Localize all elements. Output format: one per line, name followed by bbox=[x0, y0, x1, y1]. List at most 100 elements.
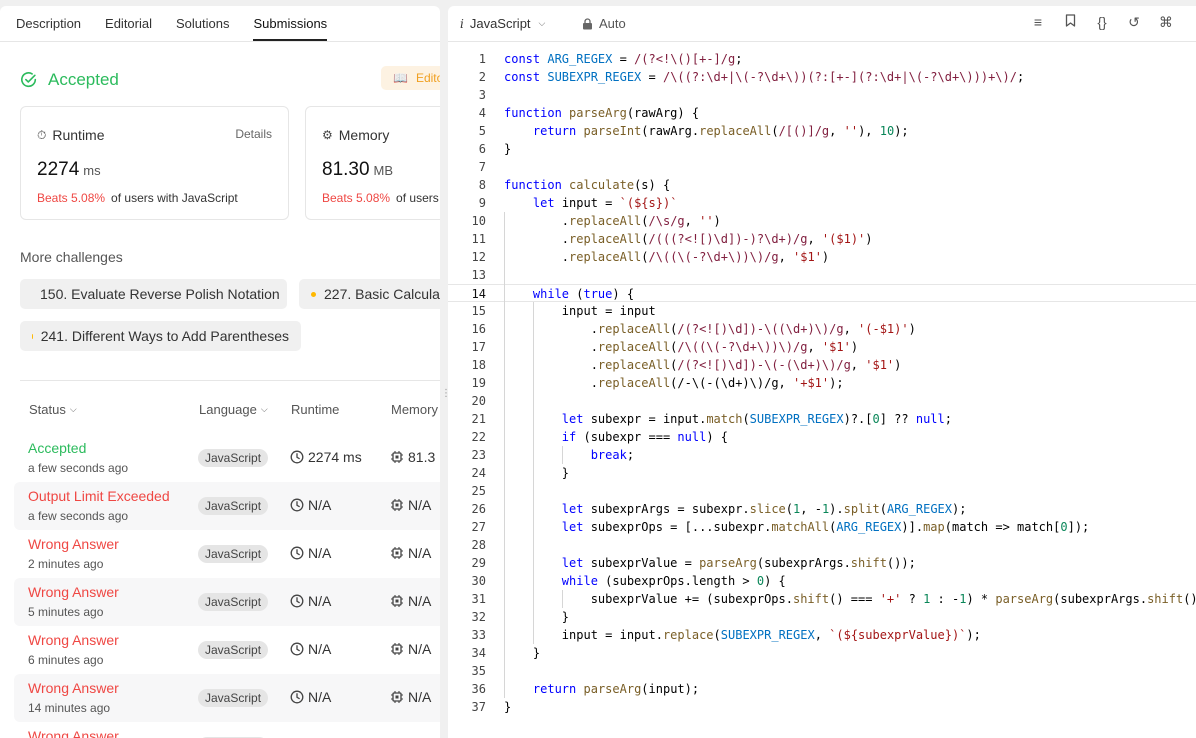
auto-mode-toggle[interactable]: Auto bbox=[582, 16, 626, 31]
code-line[interactable]: 21 let subexpr = input.match(SUBEXPR_REG… bbox=[448, 410, 1196, 428]
line-number: 20 bbox=[471, 394, 486, 408]
code-area[interactable]: 1 const ARG_REGEX = /(?<!\()[+-]/g; 2 const… bbox=[448, 50, 1196, 716]
runtime-beats: Beats 5.08% of users with JavaScript bbox=[37, 191, 238, 205]
command-icon[interactable]: ⌘ bbox=[1150, 14, 1182, 31]
code-line[interactable]: 6} bbox=[448, 140, 1196, 158]
submission-row[interactable]: Wrong Answer 2 minutes ago JavaScript N/A N/… bbox=[14, 530, 440, 578]
code-text: return parseInt(rawArg.replaceAll(/[()]/… bbox=[532, 124, 909, 138]
language-select[interactable]: i JavaScript ⌵ bbox=[460, 16, 545, 31]
line-number: 3 bbox=[478, 88, 486, 102]
submission-status[interactable]: Wrong Answer bbox=[28, 632, 119, 648]
code-line[interactable]: 33 input = input.replace(SUBEXPR_REGEX, … bbox=[448, 626, 1196, 644]
tab-bar: Description Editorial Solutions Submissi… bbox=[0, 6, 440, 42]
code-line[interactable]: 36 return parseArg(input); bbox=[448, 680, 1196, 698]
line-number: 31 bbox=[471, 592, 486, 606]
code-line[interactable]: 30 while (subexprOps.length > 0) { bbox=[448, 572, 1196, 590]
challenge-chip[interactable]: 241. Different Ways to Add Parentheses bbox=[20, 321, 301, 351]
submission-row[interactable]: Wrong Answer 14 minutes ago JavaScript N/A N… bbox=[14, 674, 440, 722]
reset-icon[interactable]: ↺ bbox=[1118, 14, 1150, 31]
code-line[interactable]: 18 .replaceAll(/(?<![)\d])-\(-(\d+)\)/g,… bbox=[448, 356, 1196, 374]
tab-solutions[interactable]: Solutions bbox=[176, 16, 229, 41]
runtime-details-link[interactable]: Details bbox=[235, 127, 272, 141]
code-line[interactable]: 12 .replaceAll(/\((\(-?\d+\))\)/g, '$1') bbox=[448, 248, 1196, 266]
memory-value: 81.30 MB bbox=[322, 159, 393, 181]
submission-status[interactable]: Wrong Answer bbox=[28, 728, 119, 738]
code-line[interactable]: 32 } bbox=[448, 608, 1196, 626]
runtime-card[interactable]: ⏱ Runtime Details 2274 ms Beats 5.08% of u… bbox=[20, 106, 289, 220]
submission-row[interactable]: Wrong Answer 6 minutes ago JavaScript N/A N/… bbox=[14, 626, 440, 674]
code-line[interactable]: 37} bbox=[448, 698, 1196, 716]
chip-icon bbox=[391, 595, 403, 607]
code-line[interactable]: 19 .replaceAll(/-\(-(\d+)\)/g, '+$1'); bbox=[448, 374, 1196, 392]
code-line[interactable]: 34 } bbox=[448, 644, 1196, 662]
code-line[interactable]: 28 bbox=[448, 536, 1196, 554]
tab-submissions[interactable]: Submissions bbox=[253, 16, 328, 41]
memory-card-title: ⚙ Memory bbox=[322, 127, 389, 143]
line-number: 34 bbox=[471, 646, 486, 660]
submission-row[interactable]: Output Limit Exceeded a few seconds ago Ja… bbox=[14, 482, 440, 530]
submission-status[interactable]: Wrong Answer bbox=[28, 584, 119, 600]
memory-card[interactable]: ⚙ Memory 81.30MB Beats 5.08% of users wit… bbox=[305, 106, 440, 220]
code-line[interactable]: 29 let subexprValue = parseArg(subexprAr… bbox=[448, 554, 1196, 572]
submission-row[interactable]: Accepted a few seconds ago JavaScript 2274 … bbox=[14, 434, 440, 482]
code-line[interactable]: 20 bbox=[448, 392, 1196, 410]
code-line[interactable]: 1 const ARG_REGEX = /(?<!\()[+-]/g; bbox=[448, 50, 1196, 68]
code-line[interactable]: 14 while (true) { bbox=[448, 284, 1196, 302]
code-line[interactable]: 16 .replaceAll(/(?<![)\d])-\((\d+)\)/g, … bbox=[448, 320, 1196, 338]
submission-runtime-value: N/A bbox=[308, 689, 332, 705]
line-number: 36 bbox=[471, 682, 486, 696]
code-line[interactable]: 13 bbox=[448, 266, 1196, 284]
code-line[interactable]: 31 subexprValue += (subexprOps.shift() =… bbox=[448, 590, 1196, 608]
code-text: input = input bbox=[504, 304, 656, 318]
submission-runtime: N/A bbox=[290, 641, 331, 657]
code-line[interactable]: 7 bbox=[448, 158, 1196, 176]
code-line[interactable]: 24 } bbox=[448, 464, 1196, 482]
clock-icon bbox=[290, 690, 304, 704]
code-line[interactable]: 4 function parseArg(rawArg) { bbox=[448, 104, 1196, 122]
list-icon[interactable]: ≡ bbox=[1022, 14, 1054, 31]
runtime-beats-pct: Beats 5.08% bbox=[37, 191, 106, 205]
line-number: 35 bbox=[471, 664, 486, 678]
submission-status[interactable]: Accepted bbox=[28, 440, 86, 456]
submission-memory-value: N/A bbox=[408, 641, 432, 657]
code-line[interactable]: 27 let subexprOps = [...subexpr.matchAll… bbox=[448, 518, 1196, 536]
code-line[interactable]: 3 bbox=[448, 86, 1196, 104]
line-number: 26 bbox=[471, 502, 486, 516]
status-filter[interactable]: Status ⌵ bbox=[29, 402, 77, 417]
tab-editorial[interactable]: Editorial bbox=[105, 16, 152, 41]
code-line[interactable]: 8 function calculate(s) { bbox=[448, 176, 1196, 194]
code-line[interactable]: 26 let subexprArgs = subexpr.slice(1, -1… bbox=[448, 500, 1196, 518]
editorial-button[interactable]: 📖 Editorial bbox=[381, 66, 440, 90]
bookmark-icon[interactable] bbox=[1054, 14, 1086, 31]
language-filter[interactable]: Language ⌵ bbox=[199, 402, 268, 417]
challenge-chip[interactable]: 150. Evaluate Reverse Polish Notation bbox=[20, 279, 287, 309]
code-line[interactable]: 23 break; bbox=[448, 446, 1196, 464]
submission-runtime: N/A bbox=[290, 593, 331, 609]
code-line[interactable]: 11 .replaceAll(/(((?<![)\d])-)?\d+)/g, '… bbox=[448, 230, 1196, 248]
code-line[interactable]: 25 bbox=[448, 482, 1196, 500]
code-line[interactable]: 10 .replaceAll(/\s/g, '') bbox=[448, 212, 1196, 230]
code-line[interactable]: 9 let input = `(${s})` bbox=[448, 194, 1196, 212]
code-line[interactable]: 17 .replaceAll(/\((\(-?\d+\))\)/g, '$1') bbox=[448, 338, 1196, 356]
challenge-chip-label: 227. Basic Calculator II bbox=[324, 286, 440, 302]
resize-handle[interactable]: ⋮ bbox=[441, 388, 451, 404]
submission-time: 14 minutes ago bbox=[28, 701, 111, 715]
code-text: } bbox=[504, 700, 512, 714]
submission-row[interactable]: Wrong Answer 5 minutes ago JavaScript N/A N/… bbox=[14, 578, 440, 626]
status-header-label: Status bbox=[29, 402, 66, 417]
code-line[interactable]: 2 const SUBEXPR_REGEX = /\((?:\d+|\(-?\d+… bbox=[448, 68, 1196, 86]
code-line[interactable]: 22 if (subexpr === null) { bbox=[448, 428, 1196, 446]
submission-status[interactable]: Output Limit Exceeded bbox=[28, 488, 170, 504]
submission-status[interactable]: Wrong Answer bbox=[28, 536, 119, 552]
code-text: .replaceAll(/(?<![)\d])-\((\d+)\)/g, '(-… bbox=[504, 322, 916, 336]
tab-description[interactable]: Description bbox=[16, 16, 81, 41]
runtime-header: Runtime bbox=[291, 402, 340, 417]
code-line[interactable]: 35 bbox=[448, 662, 1196, 680]
submission-row[interactable]: Wrong AnswerJavaScriptN/AN/A bbox=[14, 722, 440, 738]
code-line[interactable]: 15 input = input bbox=[448, 302, 1196, 320]
line-number: 30 bbox=[471, 574, 486, 588]
submission-status[interactable]: Wrong Answer bbox=[28, 680, 119, 696]
code-line[interactable]: 5 return parseInt(rawArg.replaceAll(/[()… bbox=[448, 122, 1196, 140]
challenge-chip[interactable]: 227. Basic Calculator II bbox=[299, 279, 440, 309]
braces-icon[interactable]: {} bbox=[1086, 14, 1118, 31]
